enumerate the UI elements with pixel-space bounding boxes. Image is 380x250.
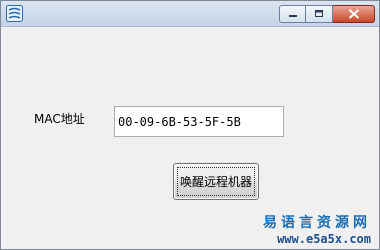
caption-buttons [279,5,375,23]
mac-address-input[interactable]: 00-09-6B-53-5F-5B [114,106,284,137]
watermark-site-name: 易语言资源网 [263,215,371,231]
maximize-icon [315,10,323,17]
wake-remote-machine-button[interactable]: 唤醒远程机器 [173,163,259,200]
app-icon [6,5,23,22]
close-icon [348,9,359,19]
minimize-button[interactable] [279,5,306,23]
mac-address-label: MAC地址 [34,112,85,126]
title-bar[interactable] [1,1,379,27]
close-button[interactable] [333,5,375,23]
app-window: MAC地址 00-09-6B-53-5F-5B 唤醒远程机器 易语言资源网 ww… [0,0,380,250]
minimize-icon [288,15,297,17]
focus-rect [177,167,255,196]
watermark: 易语言资源网 www.e5a5x.com [263,215,371,247]
maximize-button[interactable] [306,5,333,23]
watermark-site-url: www.e5a5x.com [277,232,371,246]
